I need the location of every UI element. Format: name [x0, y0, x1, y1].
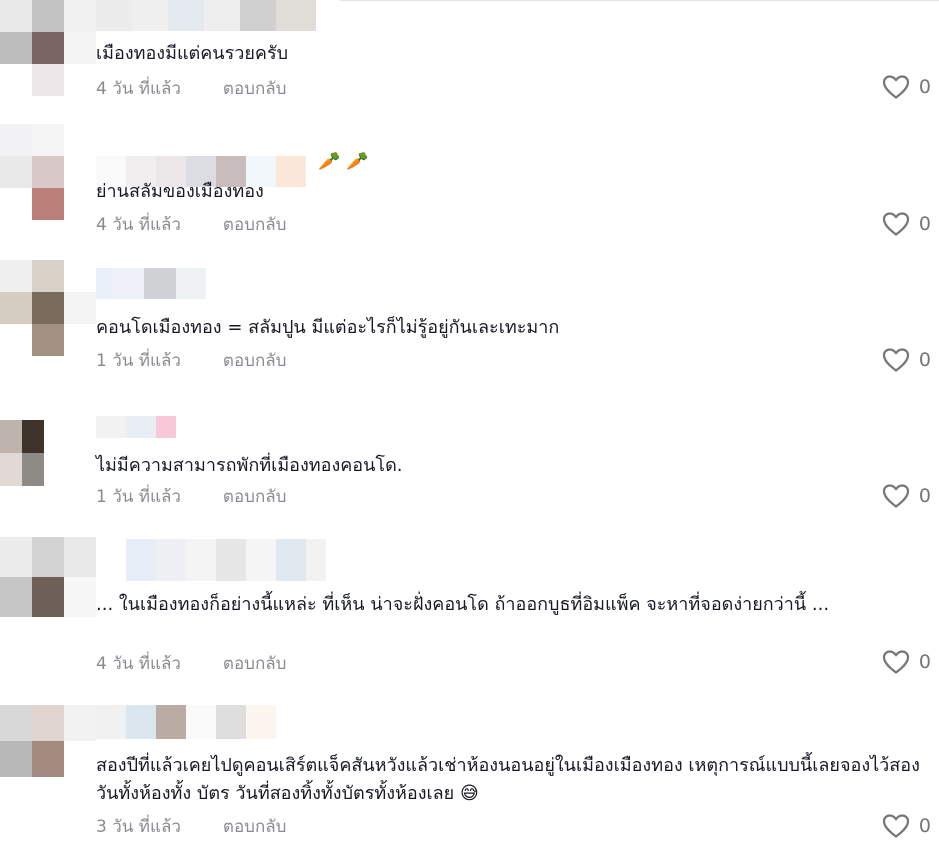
comment-text: ไม่มีความสามารถพักที่เมืองทองคอนโด. — [96, 455, 403, 476]
avatar[interactable] — [0, 0, 96, 96]
avatar[interactable] — [0, 260, 96, 356]
avatar[interactable] — [0, 537, 96, 617]
comment-text: ... ในเมืองทองก็อย่างนี้แหล่ะ ที่เห็น น่… — [96, 594, 830, 615]
comment-time: 1 วัน ที่แล้ว — [96, 486, 181, 507]
like-button[interactable]: 0 — [882, 813, 931, 839]
comment-time: 4 วัน ที่แล้ว — [96, 653, 181, 674]
heart-outline-icon — [882, 650, 910, 674]
reply-button[interactable]: ตอบกลับ — [223, 650, 287, 677]
comment-item: คอนโดเมืองทอง = สลัมปูน มีแต่อะไรก็ไม่รู… — [0, 260, 939, 382]
like-count: 0 — [918, 485, 931, 507]
comment-item: สองปีที่แล้วเคยไปดูคอนเสิร์ตแจ็คสันหวังแ… — [0, 705, 939, 855]
username-blurred[interactable] — [96, 0, 316, 31]
comment-meta: 1 วัน ที่แล้ว ตอบกลับ — [96, 483, 286, 509]
heart-outline-icon — [882, 75, 910, 99]
heart-outline-icon — [882, 212, 910, 236]
comment-meta: 3 วัน ที่แล้ว ตอบกลับ — [96, 813, 286, 839]
username-blurred[interactable] — [96, 705, 276, 739]
like-button[interactable]: 0 — [882, 347, 931, 373]
comment-time: 1 วัน ที่แล้ว — [96, 350, 181, 371]
sweat-smile-emoji: 😅 — [459, 783, 479, 804]
comment-meta: 4 วัน ที่แล้ว ตอบกลับ — [96, 75, 286, 101]
comment-meta: 1 วัน ที่แล้ว ตอบกลับ — [96, 347, 286, 373]
like-button[interactable]: 0 — [882, 74, 931, 100]
like-count: 0 — [918, 815, 931, 837]
like-count: 0 — [918, 651, 931, 673]
avatar[interactable] — [0, 124, 96, 220]
avatar[interactable] — [0, 705, 96, 777]
heart-outline-icon — [882, 348, 910, 372]
like-count: 0 — [918, 213, 931, 235]
comment-item: 🥕 🥕 ย่านสลัมของเมืองทอง 4 วัน ที่แล้ว ตอ… — [0, 124, 939, 244]
comment-item: เมืองทองมีแต่คนรวยครับ 4 วัน ที่แล้ว ตอบ… — [0, 0, 939, 110]
username-blurred[interactable] — [96, 539, 346, 581]
like-button[interactable]: 0 — [882, 211, 931, 237]
reply-button[interactable]: ตอบกลับ — [223, 813, 287, 840]
username-blurred[interactable] — [96, 268, 206, 299]
like-button[interactable]: 0 — [882, 649, 931, 675]
comment-item: ไม่มีความสามารถพักที่เมืองทองคอนโด. 1 วั… — [0, 414, 939, 524]
comment-time: 3 วัน ที่แล้ว — [96, 816, 181, 837]
like-button[interactable]: 0 — [882, 483, 931, 509]
comment-time: 4 วัน ที่แล้ว — [96, 78, 181, 99]
comment-time: 4 วัน ที่แล้ว — [96, 214, 181, 235]
heart-outline-icon — [882, 814, 910, 838]
reply-button[interactable]: ตอบกลับ — [223, 483, 287, 510]
comment-text: เมืองทองมีแต่คนรวยครับ — [96, 43, 289, 64]
comment-text: ย่านสลัมของเมืองทอง — [96, 181, 264, 202]
comment-text: คอนโดเมืองทอง = สลัมปูน มีแต่อะไรก็ไม่รู… — [96, 317, 560, 338]
comment-text: สองปีที่แล้วเคยไปดูคอนเสิร์ตแจ็คสันหวังแ… — [96, 755, 920, 804]
heart-outline-icon — [882, 484, 910, 508]
username-emoji: 🥕 🥕 — [318, 151, 369, 172]
comment-meta: 4 วัน ที่แล้ว ตอบกลับ — [96, 211, 286, 237]
like-count: 0 — [918, 349, 931, 371]
username-blurred[interactable] — [96, 416, 176, 438]
reply-button[interactable]: ตอบกลับ — [223, 211, 287, 238]
like-count: 0 — [918, 76, 931, 98]
avatar[interactable] — [0, 420, 66, 486]
reply-button[interactable]: ตอบกลับ — [223, 347, 287, 374]
comment-meta: 4 วัน ที่แล้ว ตอบกลับ — [96, 650, 286, 676]
comment-item: ... ในเมืองทองก็อย่างนี้แหล่ะ ที่เห็น น่… — [0, 537, 939, 677]
reply-button[interactable]: ตอบกลับ — [223, 75, 287, 102]
